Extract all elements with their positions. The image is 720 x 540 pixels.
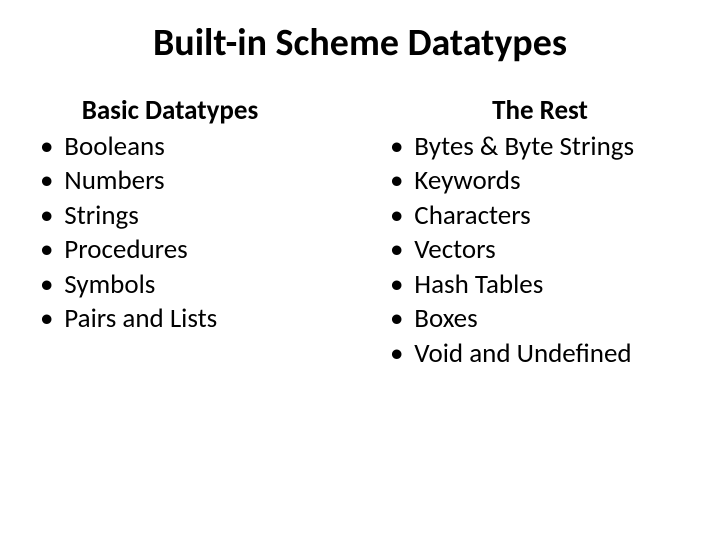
bullet-icon: •: [390, 164, 414, 199]
columns: Basic Datatypes •Booleans •Numbers •Stri…: [0, 94, 720, 372]
bullet-icon: •: [40, 233, 64, 268]
list-item-label: Void and Undefined: [414, 337, 631, 370]
bullet-icon: •: [40, 199, 64, 234]
list-item: •Keywords: [390, 164, 690, 199]
list-item-label: Booleans: [64, 130, 164, 163]
bullet-icon: •: [390, 233, 414, 268]
list-item: •Strings: [40, 199, 300, 234]
list-item-label: Bytes & Byte Strings: [414, 130, 634, 163]
bullet-icon: •: [390, 130, 414, 165]
bullet-icon: •: [40, 164, 64, 199]
right-column-heading: The Rest: [390, 94, 690, 128]
list-item: •Pairs and Lists: [40, 302, 300, 337]
bullet-icon: •: [40, 268, 64, 303]
slide-title: Built-in Scheme Datatypes: [0, 20, 720, 66]
bullet-icon: •: [40, 302, 64, 337]
list-item-label: Procedures: [64, 233, 187, 266]
slide: Built-in Scheme Datatypes Basic Datatype…: [0, 0, 720, 540]
list-item: •Procedures: [40, 233, 300, 268]
list-item: •Characters: [390, 199, 690, 234]
list-item: •Vectors: [390, 233, 690, 268]
list-item: •Symbols: [40, 268, 300, 303]
list-item-label: Keywords: [414, 164, 520, 197]
list-item-label: Strings: [64, 199, 139, 232]
bullet-icon: •: [390, 302, 414, 337]
list-item-label: Boxes: [414, 302, 477, 335]
list-item: •Hash Tables: [390, 268, 690, 303]
list-item-label: Symbols: [64, 268, 155, 301]
left-column-heading: Basic Datatypes: [40, 94, 300, 128]
list-item-label: Hash Tables: [414, 268, 543, 301]
right-column: The Rest •Bytes & Byte Strings •Keywords…: [390, 94, 690, 372]
list-item: •Void and Undefined: [390, 337, 690, 372]
bullet-icon: •: [390, 337, 414, 372]
list-item-label: Pairs and Lists: [64, 302, 217, 335]
bullet-icon: •: [390, 199, 414, 234]
list-item: •Booleans: [40, 130, 300, 165]
list-item: •Bytes & Byte Strings: [390, 130, 690, 165]
list-item: •Numbers: [40, 164, 300, 199]
list-item-label: Numbers: [64, 164, 164, 197]
left-column: Basic Datatypes •Booleans •Numbers •Stri…: [40, 94, 300, 372]
bullet-icon: •: [390, 268, 414, 303]
list-item-label: Characters: [414, 199, 530, 232]
list-item-label: Vectors: [414, 233, 495, 266]
bullet-icon: •: [40, 130, 64, 165]
list-item: •Boxes: [390, 302, 690, 337]
